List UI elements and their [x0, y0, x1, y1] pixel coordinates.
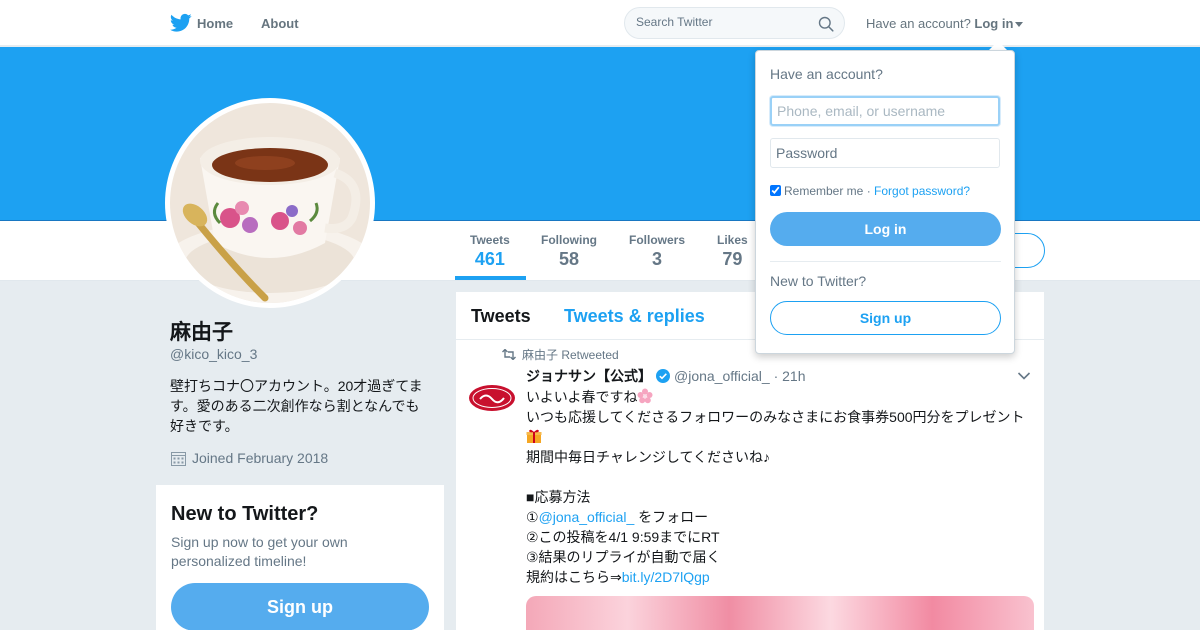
joined-date: Joined February 2018	[171, 450, 328, 466]
tweet-header: ジョナサン【公式】 @jona_official_ · 21h	[526, 366, 806, 386]
retweet-icon	[502, 349, 516, 360]
tweet-line: いつも応援してくださるフォロワーのみなさまにお食事券500円分をプレゼント	[526, 407, 1031, 447]
gift-icon	[526, 429, 542, 443]
tweet-text: いよいよ春ですね いつも応援してくださるフォロワーのみなさまにお食事券500円分…	[526, 387, 1031, 587]
tweet-line-text: いよいよ春ですね	[526, 389, 638, 405]
tweet-line-text: いつも応援してくださるフォロワーのみなさまにお食事券500円分をプレゼント	[526, 409, 1025, 425]
teacup-photo	[170, 103, 370, 303]
tweet-timestamp[interactable]: · 21h	[774, 368, 806, 384]
nav-home-link[interactable]: Home	[197, 16, 233, 31]
tweet-author-handle[interactable]: @jona_official_	[674, 368, 770, 384]
profile-name[interactable]: 麻由子	[170, 316, 233, 346]
stat-label: Tweets	[470, 233, 510, 247]
username-field[interactable]	[770, 96, 1000, 126]
new-to-twitter-title: New to Twitter?	[171, 503, 319, 525]
stat-value: 79	[722, 249, 743, 269]
active-stat-indicator	[455, 276, 526, 280]
tweet-line: 期間中毎日チャレンジしてくださいね♪	[526, 449, 771, 465]
tweet-line: ②この投稿を4/1 9:59までにRT	[526, 529, 720, 545]
remember-me-checkbox[interactable]	[770, 185, 781, 196]
separator-dot: ·	[863, 184, 875, 198]
search-box[interactable]	[624, 7, 845, 39]
jonathan-logo	[468, 372, 516, 420]
tweet-line: 規約はこちら⇒bit.ly/2D7lQgp	[526, 567, 1031, 587]
new-to-twitter-text: New to Twitter?	[770, 273, 867, 289]
stat-followers[interactable]: Followers 3	[629, 233, 685, 270]
tweet-line: ■応募方法	[526, 489, 591, 505]
dropdown-arrow	[989, 41, 1007, 50]
remember-row: Remember me · Forgot password?	[770, 184, 970, 198]
tweet-line-text: ①	[526, 509, 539, 525]
joined-text: Joined February 2018	[192, 450, 329, 466]
stat-value: 58	[558, 249, 580, 269]
top-navigation-bar: Home About Have an account? Log in	[0, 0, 1200, 46]
forgot-password-link[interactable]: Forgot password?	[874, 184, 970, 198]
tweet-media-image[interactable]	[526, 596, 1034, 630]
search-icon[interactable]	[818, 16, 834, 32]
dropdown-title: Have an account?	[770, 66, 883, 82]
stat-value: 461	[474, 249, 505, 269]
tweet-author-avatar[interactable]	[468, 372, 516, 420]
login-prompt: Have an account? Log in	[866, 16, 1024, 31]
side-signup-button[interactable]: Sign up	[171, 583, 429, 630]
nav-about-link[interactable]: About	[261, 16, 299, 31]
tweet-line	[526, 467, 1031, 487]
profile-bio: 壁打ちコナ〇アカウント。20才過ぎてます。愛のある二次創作なら割となんでも好きで…	[170, 378, 423, 434]
chevron-down-icon[interactable]	[1017, 369, 1031, 383]
mention-suffix: をフォロー	[634, 509, 709, 525]
password-field[interactable]	[770, 138, 1000, 168]
tab-tweets[interactable]: Tweets	[471, 306, 531, 327]
stat-label: Likes	[717, 233, 748, 247]
tweet-line: ③結果のリプライが自動で届く	[526, 549, 721, 565]
stat-following[interactable]: Following 58	[541, 233, 597, 270]
retweet-context: 麻由子 Retweeted	[502, 346, 619, 363]
stat-label: Following	[541, 233, 597, 247]
divider	[770, 261, 1001, 262]
login-dropdown: Have an account? Remember me · Forgot pa…	[755, 50, 1015, 354]
login-dropdown-toggle[interactable]: Log in	[974, 16, 1013, 31]
stat-value: 3	[652, 249, 663, 269]
remember-me-label[interactable]: Remember me	[784, 184, 863, 198]
tab-tweets-and-replies[interactable]: Tweets & replies	[564, 306, 705, 327]
caret-down-icon[interactable]	[1015, 22, 1024, 28]
signup-button[interactable]: Sign up	[770, 301, 1001, 335]
stat-label: Followers	[629, 233, 686, 247]
profile-handle[interactable]: @kico_kico_3	[170, 346, 257, 362]
calendar-icon	[171, 452, 186, 466]
cherry-blossom-icon	[637, 388, 653, 404]
new-to-twitter-subtitle: Sign up now to get your own personalized…	[171, 534, 348, 569]
new-to-twitter-card: New to Twitter? Sign up now to get your …	[156, 485, 444, 630]
tweet-line: ①@jona_official_ をフォロー	[526, 507, 1031, 527]
verified-badge-icon	[656, 369, 670, 383]
mention-link[interactable]: @jona_official_	[539, 509, 635, 525]
tweet-url-link[interactable]: bit.ly/2D7lQgp	[622, 569, 710, 585]
profile-avatar[interactable]	[165, 98, 375, 308]
login-button[interactable]: Log in	[770, 212, 1001, 246]
stat-likes[interactable]: Likes 79	[717, 233, 748, 270]
stat-tweets[interactable]: Tweets 461	[470, 233, 510, 270]
search-input[interactable]	[636, 15, 806, 29]
tweet-author-name[interactable]: ジョナサン【公式】	[526, 368, 652, 384]
tweet-line: いよいよ春ですね	[526, 387, 1031, 407]
twitter-bird-icon[interactable]	[170, 13, 192, 33]
have-account-text: Have an account?	[866, 16, 971, 31]
retweeted-by[interactable]: 麻由子 Retweeted	[522, 348, 619, 362]
tweet-line-text: 規約はこちら⇒	[526, 569, 622, 585]
